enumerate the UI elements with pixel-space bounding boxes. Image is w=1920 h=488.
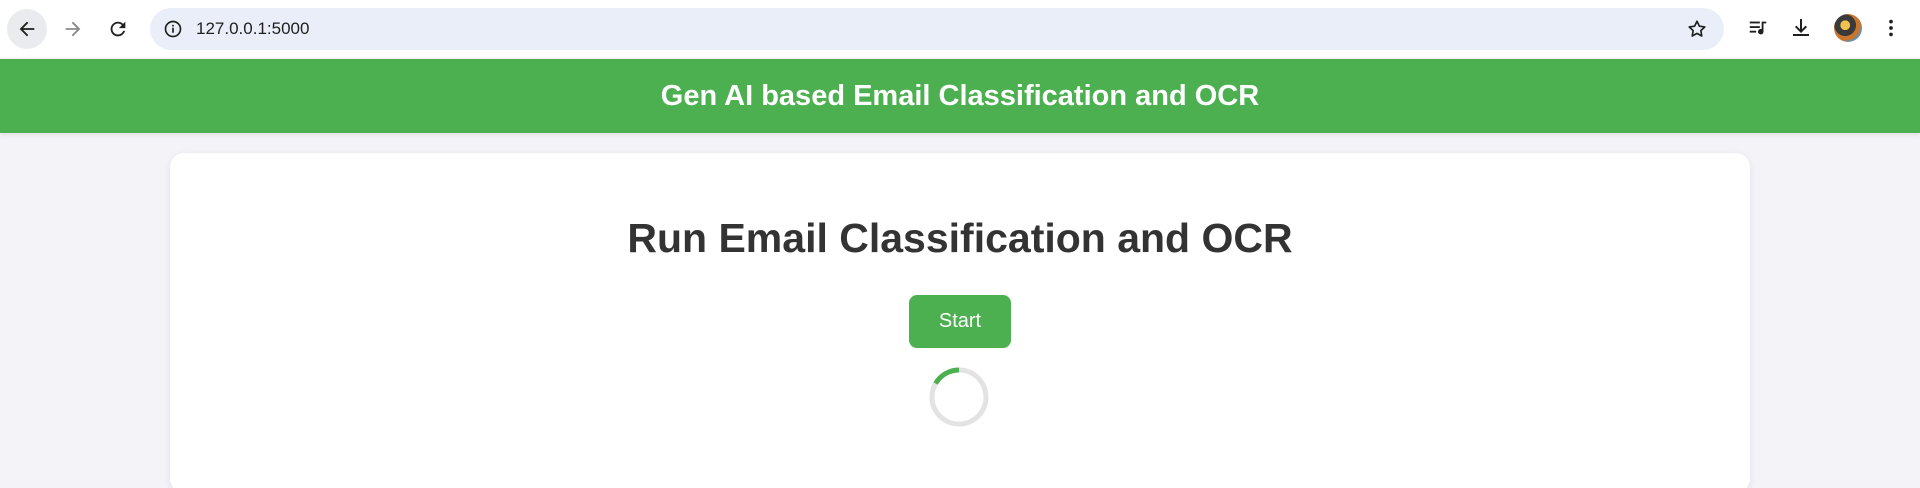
download-icon[interactable] bbox=[1788, 15, 1814, 41]
page-title: Run Email Classification and OCR bbox=[627, 215, 1293, 261]
start-button[interactable]: Start bbox=[909, 295, 1011, 348]
url-text[interactable]: 127.0.0.1:5000 bbox=[196, 8, 309, 50]
browser-toolbar: 127.0.0.1:5000 bbox=[0, 0, 1920, 58]
run-card: Run Email Classification and OCR Start bbox=[170, 153, 1750, 488]
loading-spinner-icon bbox=[929, 367, 989, 427]
app-title: Gen AI based Email Classification and OC… bbox=[660, 79, 1260, 112]
address-bar[interactable]: 127.0.0.1:5000 bbox=[150, 8, 1724, 50]
forward-button[interactable] bbox=[53, 9, 93, 49]
reload-button[interactable] bbox=[98, 9, 138, 49]
profile-avatar[interactable] bbox=[1834, 14, 1862, 42]
reload-icon bbox=[110, 21, 126, 37]
arrow-right-icon bbox=[65, 21, 81, 37]
kebab-menu-icon[interactable] bbox=[1878, 15, 1904, 41]
back-button[interactable] bbox=[7, 9, 47, 49]
media-control-icon[interactable] bbox=[1745, 15, 1771, 41]
arrow-left-icon bbox=[19, 21, 35, 37]
star-icon[interactable] bbox=[1686, 18, 1708, 40]
info-icon[interactable] bbox=[162, 18, 184, 40]
app-header: Gen AI based Email Classification and OC… bbox=[0, 59, 1920, 133]
